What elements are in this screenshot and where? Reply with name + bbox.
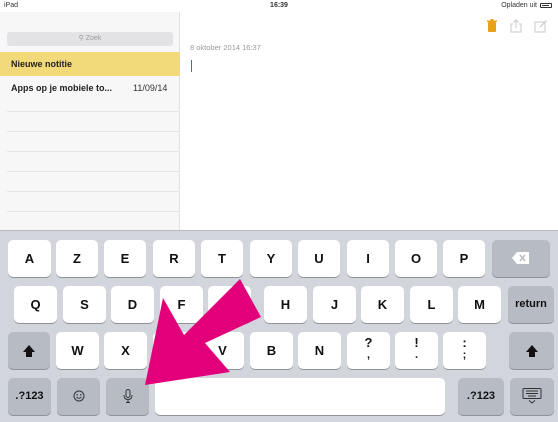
key-colon-label: : (462, 335, 467, 350)
shift-key-left[interactable] (8, 332, 50, 369)
dictation-key[interactable] (106, 378, 149, 415)
key-r[interactable]: R (153, 240, 195, 277)
note-date: 11/09/14 (133, 83, 168, 93)
emoji-icon (73, 390, 84, 402)
charging-label: Opladen uit (501, 2, 537, 9)
key-semicolon-label: ; (462, 349, 467, 361)
share-icon[interactable] (510, 19, 522, 33)
backspace-key[interactable] (492, 240, 550, 277)
key-p[interactable]: P (443, 240, 485, 277)
shift-icon (23, 345, 35, 357)
key-a[interactable]: A (8, 240, 51, 277)
text-cursor[interactable] (191, 60, 192, 72)
note-item[interactable]: Apps op je mobiele to... 11/09/14 (0, 76, 180, 100)
key-comma-label: , (366, 349, 371, 361)
backspace-icon (512, 252, 529, 264)
shift-icon (525, 345, 538, 357)
divider (7, 191, 180, 192)
microphone-icon (123, 389, 132, 403)
battery-icon (540, 3, 552, 8)
note-title: Nieuwe notitie (11, 59, 73, 69)
search-input[interactable]: ⚲ Zoek (7, 32, 173, 46)
note-title: Apps op je mobiele to... (11, 83, 113, 93)
key-d[interactable]: D (111, 286, 154, 323)
key-m[interactable]: M (458, 286, 501, 323)
key-f[interactable]: F (160, 286, 203, 323)
key-e[interactable]: E (104, 240, 146, 277)
key-w[interactable]: W (56, 332, 99, 369)
hide-keyboard-icon (522, 388, 542, 404)
search-icon: ⚲ (78, 35, 84, 42)
key-l[interactable]: L (410, 286, 453, 323)
compose-icon[interactable] (534, 19, 548, 33)
key-s[interactable]: S (63, 286, 106, 323)
emoji-key[interactable] (57, 378, 100, 415)
note-item-selected[interactable]: Nieuwe notitie (0, 52, 180, 76)
shift-key-right[interactable] (509, 332, 554, 369)
key-colon[interactable]: : ; (443, 332, 486, 369)
key-z[interactable]: Z (56, 240, 98, 277)
search-placeholder: Zoek (85, 35, 102, 42)
key-h[interactable]: H (264, 286, 307, 323)
divider (7, 171, 180, 172)
key-g[interactable]: G (208, 286, 251, 323)
trash-icon[interactable] (486, 19, 498, 33)
divider (7, 111, 180, 112)
key-y[interactable]: Y (250, 240, 292, 277)
numbers-key-left[interactable]: .?123 (8, 378, 51, 415)
divider (7, 151, 180, 152)
return-key[interactable]: return (508, 286, 554, 323)
key-n[interactable]: N (298, 332, 341, 369)
key-question[interactable]: ? , (347, 332, 390, 369)
key-period-label: . (414, 349, 419, 361)
key-t[interactable]: T (201, 240, 243, 277)
divider (7, 131, 180, 132)
key-v[interactable]: V (201, 332, 244, 369)
status-bar: iPad 16:39 Opladen uit (0, 0, 558, 12)
key-q[interactable]: Q (14, 286, 57, 323)
key-o[interactable]: O (395, 240, 437, 277)
key-b[interactable]: B (250, 332, 293, 369)
key-c[interactable]: C (153, 332, 196, 369)
key-question-label: ? (364, 335, 373, 350)
key-x[interactable]: X (104, 332, 147, 369)
numbers-key-right[interactable]: .?123 (458, 378, 504, 415)
key-exclamation[interactable]: ! . (395, 332, 438, 369)
key-i[interactable]: I (347, 240, 389, 277)
key-u[interactable]: U (298, 240, 340, 277)
hide-keyboard-key[interactable] (510, 378, 554, 415)
divider (7, 211, 180, 212)
note-toolbar (486, 12, 558, 40)
note-timestamp: 8 oktober 2014 16:37 (190, 43, 261, 52)
key-k[interactable]: K (361, 286, 404, 323)
onscreen-keyboard: A Z E R T Y U I O P Q S D F G H J K L M … (0, 230, 558, 422)
key-j[interactable]: J (313, 286, 356, 323)
key-exclamation-label: ! (414, 335, 419, 350)
space-key[interactable] (155, 378, 445, 415)
battery-status: Opladen uit (501, 2, 552, 9)
clock: 16:39 (270, 2, 288, 9)
